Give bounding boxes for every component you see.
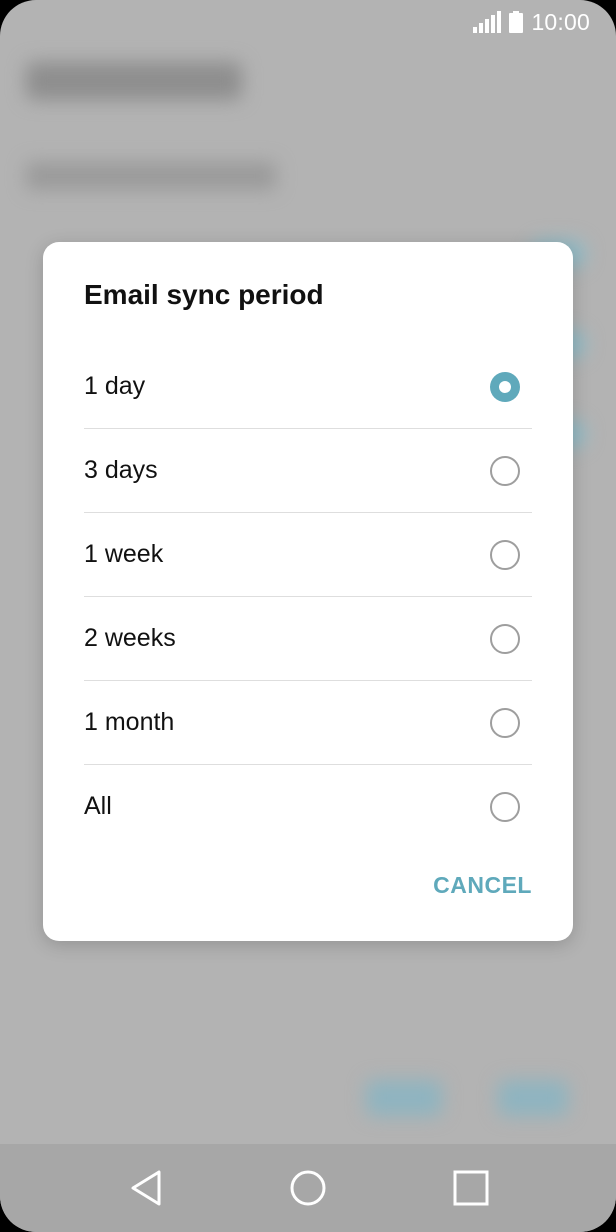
option-2-weeks[interactable]: 2 weeks	[84, 597, 532, 681]
option-label: 1 day	[84, 372, 146, 400]
option-label: 1 week	[84, 540, 164, 568]
option-3-days[interactable]: 3 days	[84, 429, 532, 513]
status-bar: 10:00	[0, 0, 616, 44]
battery-icon	[509, 11, 524, 33]
option-list: 1 day 3 days 1 week 2 weeks 1 month All	[84, 345, 532, 848]
radio-selected-icon[interactable]	[490, 371, 520, 402]
option-1-month[interactable]: 1 month	[84, 681, 532, 765]
option-1-day[interactable]: 1 day	[84, 345, 532, 429]
option-label: 3 days	[84, 456, 158, 484]
cancel-button[interactable]: CANCEL	[433, 872, 532, 899]
navigation-bar	[0, 1144, 616, 1232]
back-icon[interactable]	[124, 1166, 168, 1210]
option-1-week[interactable]: 1 week	[84, 513, 532, 597]
option-all[interactable]: All	[84, 765, 532, 848]
signal-icon	[473, 11, 502, 33]
dialog-title: Email sync period	[84, 279, 324, 310]
recents-icon[interactable]	[449, 1166, 493, 1210]
radio-unselected-icon[interactable]	[490, 707, 520, 738]
radio-unselected-icon[interactable]	[490, 455, 520, 486]
phone-screen: 10:00 Email sync period 1 day 3 days 1 w…	[0, 0, 616, 1232]
radio-unselected-icon[interactable]	[490, 539, 520, 570]
option-label: 1 month	[84, 708, 175, 736]
radio-unselected-icon[interactable]	[490, 623, 520, 654]
sync-period-dialog: Email sync period 1 day 3 days 1 week 2 …	[43, 242, 573, 941]
home-icon[interactable]	[286, 1166, 330, 1210]
option-label: 2 weeks	[84, 624, 176, 652]
radio-unselected-icon[interactable]	[490, 791, 520, 822]
status-time: 10:00	[531, 8, 590, 35]
option-label: All	[84, 792, 112, 820]
background-button	[366, 1080, 442, 1116]
background-title-block	[26, 62, 242, 100]
background-subtitle-block	[26, 162, 276, 190]
background-button	[498, 1080, 568, 1116]
